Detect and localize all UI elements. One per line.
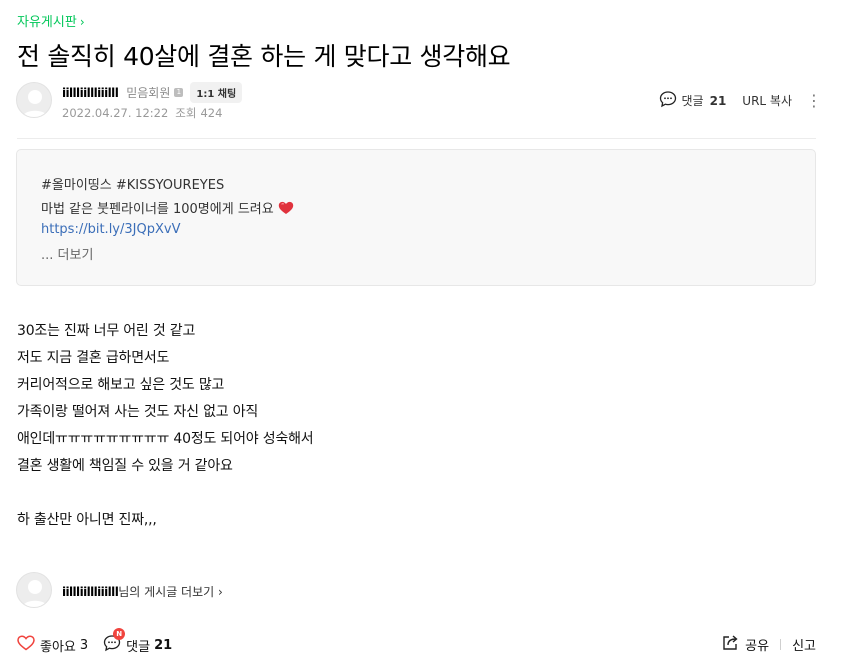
- heart-icon: [278, 201, 294, 219]
- author-posts-link[interactable]: iillliillliiilll님의 게시글 더보기 ›: [62, 583, 223, 600]
- divider: [17, 138, 816, 139]
- like-heart-icon[interactable]: [17, 635, 35, 655]
- promo-headline: 마법 같은 붓펜라이너를 100명에게 드려요: [41, 202, 274, 217]
- post-title: 전 솔직히 40살에 결혼 하는 게 맞다고 생각해요: [17, 42, 511, 71]
- body-line: 커리어적으로 해보고 싶은 것도 많고: [17, 377, 225, 393]
- views-count: 424: [200, 106, 223, 120]
- post-tools: 댓글 21 URL 복사 ⋮: [659, 90, 822, 111]
- body-line: 하 출산만 아니면 진짜,,,: [17, 512, 157, 528]
- new-badge: N: [113, 628, 126, 640]
- divider: [780, 639, 782, 650]
- promo-more-button[interactable]: ... 더보기: [41, 244, 93, 263]
- comment-label[interactable]: 댓글: [682, 92, 704, 109]
- like-count[interactable]: 3: [80, 638, 88, 653]
- footer-right: 공유 신고: [722, 634, 816, 655]
- chevron-right-icon: ›: [79, 15, 85, 29]
- comment-bubble-icon[interactable]: N: [103, 628, 126, 656]
- post-date: 2022.04.27. 12:22: [62, 106, 169, 120]
- promo-headline-row: 마법 같은 붓펜라이너를 100명에게 드려요: [41, 198, 294, 219]
- author-name[interactable]: iillliillliiilll: [62, 86, 119, 100]
- body-line: 가족이랑 떨어져 사는 것도 자신 없고 아직: [17, 404, 259, 420]
- promo-link[interactable]: https://bit.ly/3JQpXvV: [41, 222, 180, 237]
- body-line: 저도 지금 결혼 급하면서도: [17, 350, 170, 366]
- avatar[interactable]: [16, 572, 52, 608]
- board-breadcrumb[interactable]: 자유게시판 ›: [17, 11, 85, 30]
- footer-left: 좋아요 3 N 댓글 21: [17, 628, 172, 656]
- comment-count[interactable]: 21: [154, 638, 172, 653]
- author-info: iillliillliiilll 믿음회원 1 1:1 채팅: [62, 82, 243, 103]
- like-label[interactable]: 좋아요: [40, 636, 76, 655]
- body-line: 30조는 진짜 너무 어린 것 같고: [17, 323, 196, 339]
- author-posts-label[interactable]: 님의 게시글 더보기 ›: [118, 585, 223, 599]
- default-profile-icon: [21, 580, 49, 607]
- grade-badge-icon: 1: [174, 88, 184, 97]
- chat-button[interactable]: 1:1 채팅: [190, 82, 243, 103]
- post-meta: 2022.04.27. 12:22 조회 424: [62, 105, 222, 121]
- report-button[interactable]: 신고: [792, 635, 816, 654]
- comment-label[interactable]: 댓글: [126, 636, 150, 655]
- more-options-icon[interactable]: ⋮: [806, 92, 822, 108]
- url-copy-button[interactable]: URL 복사: [742, 92, 792, 109]
- share-icon[interactable]: [722, 634, 739, 655]
- author-name[interactable]: iillliillliiilll: [62, 585, 119, 599]
- share-button[interactable]: 공유: [745, 635, 769, 654]
- views-label: 조회: [175, 106, 197, 120]
- avatar[interactable]: [16, 82, 52, 118]
- board-name[interactable]: 자유게시판: [17, 15, 77, 30]
- promo-hashtags[interactable]: #올마이띵스 #KISSYOUREYES: [41, 174, 224, 193]
- comment-bubble-icon[interactable]: [659, 90, 677, 111]
- body-line: 결혼 생활에 책임질 수 있을 거 같아요: [17, 458, 233, 474]
- comment-count[interactable]: 21: [710, 94, 727, 108]
- default-profile-icon: [21, 90, 49, 117]
- body-line: 애인데ㅠㅠㅠㅠㅠㅠㅠㅠㅠ 40정도 되어야 성숙해서: [17, 431, 314, 447]
- member-grade: 믿음회원: [126, 86, 171, 100]
